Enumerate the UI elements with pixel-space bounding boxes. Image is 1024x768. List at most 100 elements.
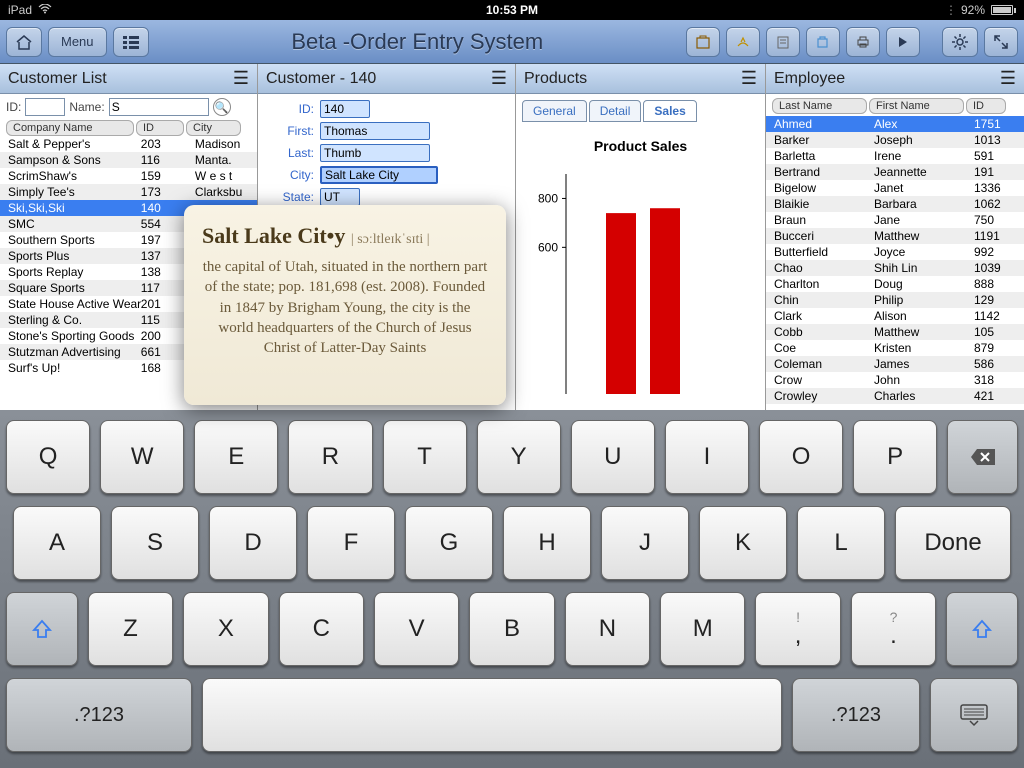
symbols-key-right[interactable]: .?123	[792, 678, 920, 752]
hamburger-icon[interactable]: ☰	[233, 68, 249, 89]
employee-row[interactable]: BigelowJanet1336	[766, 180, 1024, 196]
employee-row[interactable]: CharltonDoug888	[766, 276, 1024, 292]
gear-button[interactable]	[942, 27, 978, 57]
customer-row[interactable]: ScrimShaw's159W e s t	[0, 168, 257, 184]
input-first[interactable]	[320, 122, 430, 140]
col-id[interactable]: ID	[136, 120, 184, 136]
key-v[interactable]: V	[374, 592, 459, 666]
id-filter-input[interactable]	[25, 98, 65, 116]
tool-btn-3[interactable]	[766, 27, 800, 57]
home-button[interactable]	[6, 27, 42, 57]
input-id[interactable]	[320, 100, 370, 118]
employee-row[interactable]: ChinPhilip129	[766, 292, 1024, 308]
battery-icon	[989, 5, 1016, 15]
tool-btn-2[interactable]	[726, 27, 760, 57]
employee-row[interactable]: ColemanJames586	[766, 356, 1024, 372]
col-city[interactable]: City	[186, 120, 241, 136]
backspace-key[interactable]	[947, 420, 1018, 494]
label-first: First:	[264, 124, 314, 138]
col-company[interactable]: Company Name	[6, 120, 134, 136]
search-icon[interactable]: 🔍	[213, 98, 231, 116]
employee-row[interactable]: AhmedAlex1751	[766, 116, 1024, 132]
key-u[interactable]: U	[571, 420, 655, 494]
hamburger-icon[interactable]: ☰	[491, 68, 507, 89]
key-i[interactable]: I	[665, 420, 749, 494]
employee-row[interactable]: BlaikieBarbara1062	[766, 196, 1024, 212]
hamburger-icon[interactable]: ☰	[741, 68, 757, 89]
employee-row[interactable]: BertrandJeannette191	[766, 164, 1024, 180]
employee-row[interactable]: CobbMatthew105	[766, 324, 1024, 340]
id-filter-label: ID:	[6, 100, 21, 114]
employee-row[interactable]: CrowJohn318	[766, 372, 1024, 388]
employee-row[interactable]: BarkerJoseph1013	[766, 132, 1024, 148]
popup-word: Salt Lake Cit•y | sɔːltleɪkˈsɪti |	[202, 223, 488, 249]
key-s[interactable]: S	[111, 506, 199, 580]
employee-row[interactable]: CoeKristen879	[766, 340, 1024, 356]
key-x[interactable]: X	[183, 592, 268, 666]
input-last[interactable]	[320, 144, 430, 162]
key-e[interactable]: E	[194, 420, 278, 494]
wifi-icon	[38, 3, 52, 17]
col-empid[interactable]: ID	[966, 98, 1006, 114]
employee-row[interactable]: BucceriMatthew1191	[766, 228, 1024, 244]
tool-btn-4[interactable]	[806, 27, 840, 57]
label-id: ID:	[264, 102, 314, 116]
col-firstname[interactable]: First Name	[869, 98, 964, 114]
key-b[interactable]: B	[469, 592, 554, 666]
customer-row[interactable]: Sampson & Sons116Manta.	[0, 152, 257, 168]
done-key[interactable]: Done	[895, 506, 1011, 580]
collapse-button[interactable]	[984, 27, 1018, 57]
name-filter-input[interactable]	[109, 98, 209, 116]
customer-row[interactable]: Simply Tee's173Clarksbu	[0, 184, 257, 200]
employee-row[interactable]: ChaoShih Lin1039	[766, 260, 1024, 276]
tab-general[interactable]: General	[522, 100, 587, 122]
hamburger-icon[interactable]: ☰	[1000, 68, 1016, 89]
employee-row[interactable]: ClarkAlison1142	[766, 308, 1024, 324]
key-z[interactable]: Z	[88, 592, 173, 666]
col-lastname[interactable]: Last Name	[772, 98, 867, 114]
shift-key-left[interactable]	[6, 592, 78, 666]
key-f[interactable]: F	[307, 506, 395, 580]
input-state[interactable]	[320, 188, 360, 206]
input-city[interactable]	[320, 166, 438, 184]
forward-button[interactable]	[886, 27, 920, 57]
key-m[interactable]: M	[660, 592, 745, 666]
list-toggle-button[interactable]	[113, 27, 149, 57]
key-g[interactable]: G	[405, 506, 493, 580]
svg-text:600: 600	[538, 240, 558, 254]
employee-row[interactable]: BarlettaIrene591	[766, 148, 1024, 164]
key-l[interactable]: L	[797, 506, 885, 580]
product-sales-chart: 800600	[526, 164, 746, 404]
shift-key-right[interactable]	[946, 592, 1018, 666]
comma-key[interactable]: !,	[755, 592, 840, 666]
tool-btn-1[interactable]	[686, 27, 720, 57]
employee-row[interactable]: BraunJane750	[766, 212, 1024, 228]
employee-row[interactable]: ButterfieldJoyce992	[766, 244, 1024, 260]
key-a[interactable]: A	[13, 506, 101, 580]
key-t[interactable]: T	[383, 420, 467, 494]
key-k[interactable]: K	[699, 506, 787, 580]
key-p[interactable]: P	[853, 420, 937, 494]
app-toolbar: Menu Beta -Order Entry System	[0, 20, 1024, 64]
customer-row[interactable]: Salt & Pepper's203Madison	[0, 136, 257, 152]
key-r[interactable]: R	[288, 420, 372, 494]
tab-detail[interactable]: Detail	[589, 100, 642, 122]
key-c[interactable]: C	[279, 592, 364, 666]
key-d[interactable]: D	[209, 506, 297, 580]
key-w[interactable]: W	[100, 420, 184, 494]
period-key[interactable]: ?.	[851, 592, 936, 666]
customer-col-headers: Company Name ID City	[0, 120, 257, 136]
print-button[interactable]	[846, 27, 880, 57]
key-h[interactable]: H	[503, 506, 591, 580]
key-q[interactable]: Q	[6, 420, 90, 494]
tab-sales[interactable]: Sales	[643, 100, 696, 122]
key-o[interactable]: O	[759, 420, 843, 494]
key-y[interactable]: Y	[477, 420, 561, 494]
hide-keyboard-key[interactable]	[930, 678, 1018, 752]
key-n[interactable]: N	[565, 592, 650, 666]
space-key[interactable]	[202, 678, 782, 752]
menu-button[interactable]: Menu	[48, 27, 107, 57]
key-j[interactable]: J	[601, 506, 689, 580]
employee-row[interactable]: CrowleyCharles421	[766, 388, 1024, 404]
symbols-key-left[interactable]: .?123	[6, 678, 192, 752]
